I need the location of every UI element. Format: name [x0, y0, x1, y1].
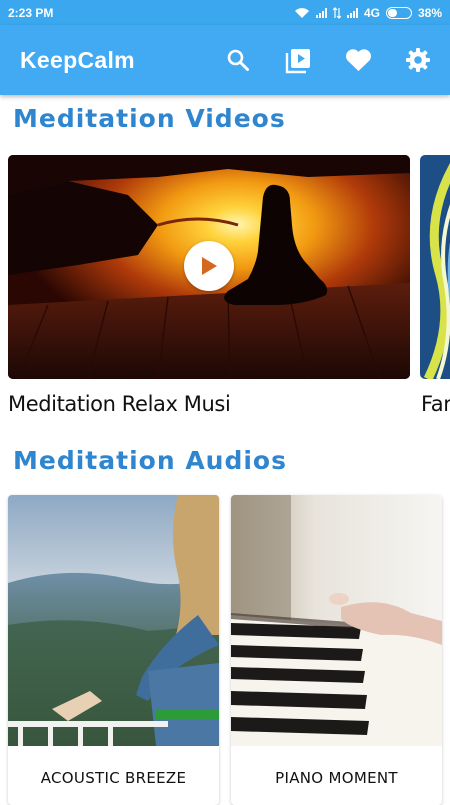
battery-percent: 38% — [417, 5, 442, 20]
app-actions — [224, 46, 432, 74]
status-time: 2:23 PM — [8, 5, 54, 20]
battery-icon — [385, 6, 412, 19]
status-bar: 2:23 PM 4G 38% — [0, 0, 450, 25]
audio-label-acoustic-breeze: ACOUSTIC BREEZE — [40, 769, 187, 787]
audio-thumbnail — [8, 495, 219, 746]
search-icon[interactable] — [224, 46, 252, 74]
app-title: KeepCalm — [20, 46, 135, 73]
video-caption-relax[interactable]: Meditation Relax Musi — [8, 392, 408, 416]
wifi-icon — [294, 7, 309, 18]
video-library-icon[interactable] — [284, 46, 312, 74]
play-button[interactable] — [184, 241, 234, 291]
app-bar: KeepCalm — [0, 25, 450, 95]
data-arrows-icon — [332, 6, 341, 19]
video-thumbnail-next — [420, 155, 450, 379]
section-title-videos: Meditation Videos — [13, 104, 286, 133]
play-icon — [202, 257, 217, 275]
audio-card-acoustic-breeze[interactable]: ACOUSTIC BREEZE — [8, 495, 219, 805]
signal-icon — [315, 7, 327, 18]
status-icons: 4G 38% — [294, 6, 442, 20]
audio-label-piano-moment: PIANO MOMENT — [275, 769, 398, 787]
network-label: 4G — [363, 5, 380, 20]
video-caption-next[interactable]: Far — [421, 392, 450, 416]
signal-icon-2 — [346, 7, 358, 18]
video-card-next[interactable] — [420, 155, 450, 379]
gear-icon[interactable] — [404, 46, 432, 74]
video-card-relax[interactable] — [8, 155, 410, 379]
audio-thumbnail-piano — [231, 495, 442, 746]
heart-icon[interactable] — [344, 46, 372, 74]
audio-card-piano-moment[interactable]: PIANO MOMENT — [231, 495, 442, 805]
section-title-audios: Meditation Audios — [13, 446, 287, 475]
